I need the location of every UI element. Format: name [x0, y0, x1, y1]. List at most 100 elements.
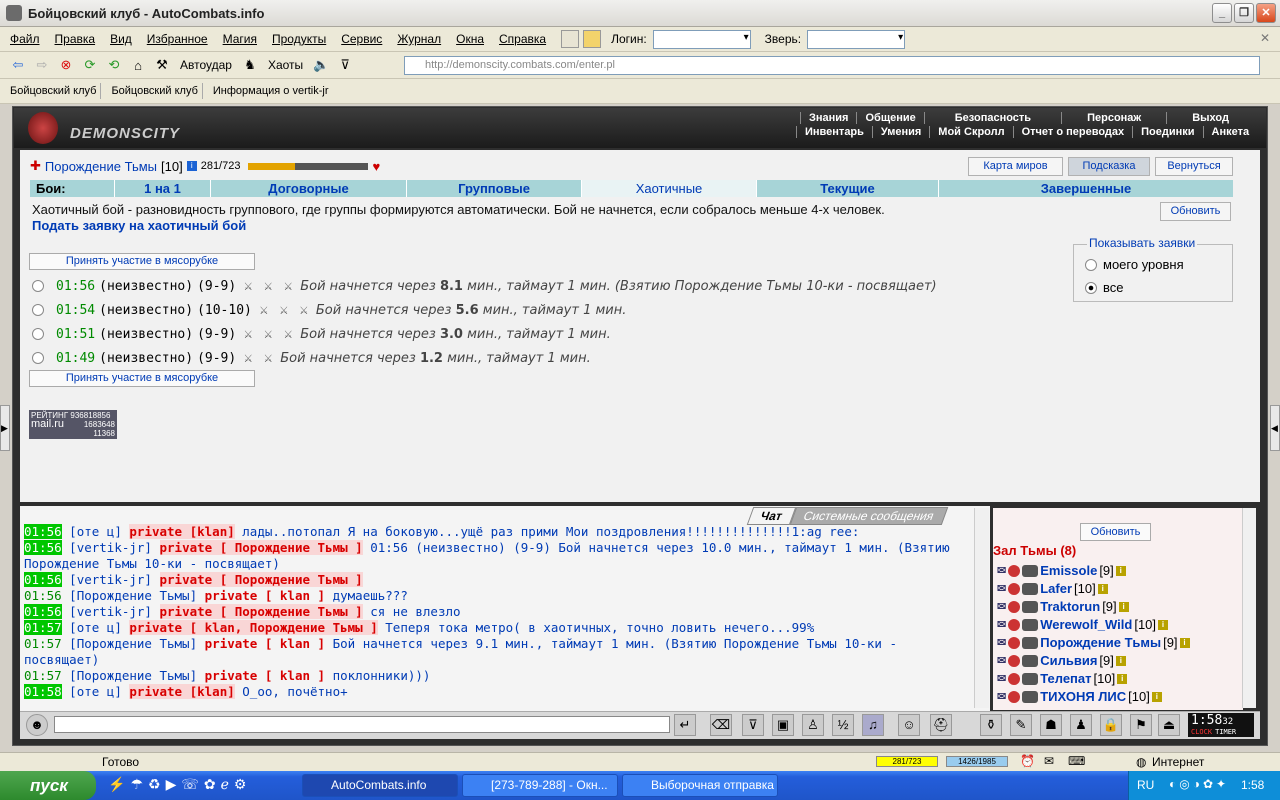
chat-time[interactable]: 01:56 — [24, 604, 62, 619]
menu-journal[interactable]: Журнал — [397, 32, 441, 46]
user-name[interactable]: Emissole — [1040, 563, 1097, 578]
emoticon-icon[interactable]: ☺ — [898, 714, 920, 736]
stop-icon[interactable]: ⊗ — [56, 55, 76, 75]
group-icon[interactable]: ♟ — [1070, 714, 1092, 736]
nav-exit[interactable]: Выход — [1166, 112, 1254, 124]
filter-icon[interactable]: ⊽ — [335, 55, 355, 75]
private-msg-icon[interactable]: ✉ — [997, 672, 1006, 685]
nav-skills[interactable]: Умения — [871, 126, 929, 138]
music-icon[interactable]: ♫ — [862, 714, 884, 736]
lock-icon[interactable]: 🔒 — [1100, 714, 1122, 736]
ql-app-icon[interactable]: ⚡ — [108, 776, 125, 793]
info-icon[interactable]: i — [186, 161, 197, 171]
tab-agreed[interactable]: Договорные — [211, 180, 407, 197]
return-button[interactable]: Вернуться — [1155, 157, 1233, 176]
chat-nick[interactable]: [vertik-jr] — [69, 604, 152, 619]
nav-scroll[interactable]: Мой Скролл — [929, 126, 1012, 138]
send-icon[interactable]: ↵ — [674, 714, 696, 736]
user-info-icon[interactable]: i — [1117, 673, 1128, 684]
menu-close-icon[interactable]: ✕ — [1260, 31, 1270, 45]
tab-chat[interactable]: Чат — [746, 507, 797, 525]
chat-private-tag[interactable]: private [ Порождение Тьмы ] — [159, 572, 363, 587]
alarm-icon[interactable]: ⏰ — [1020, 754, 1035, 768]
beast-combo[interactable] — [807, 29, 906, 49]
chat-time[interactable]: 01:58 — [24, 684, 62, 699]
tab-current[interactable]: Текущие — [757, 180, 939, 197]
right-collapse-icon[interactable]: ◀ — [1270, 405, 1280, 451]
start-button[interactable]: пуск — [0, 771, 96, 800]
tab-system-messages[interactable]: Системные сообщения — [789, 507, 948, 525]
chat-nick[interactable]: [Порождение Тьмы] — [69, 668, 197, 683]
task-selective-send[interactable]: Выборочная отправка — [622, 774, 778, 797]
menu-view[interactable]: Вид — [110, 32, 132, 46]
user-name[interactable]: Сильвия — [1040, 653, 1097, 668]
hint-button[interactable]: Подсказка — [1068, 157, 1150, 176]
chat-scrollbar[interactable] — [974, 508, 989, 708]
user-name[interactable]: Werewolf_Wild — [1040, 617, 1132, 632]
user-info-icon[interactable]: i — [1115, 655, 1126, 666]
nav-character[interactable]: Персонаж — [1061, 112, 1166, 124]
private-msg-icon[interactable]: ✉ — [997, 654, 1006, 667]
tab-group[interactable]: Групповые — [407, 180, 582, 197]
chat-nick[interactable]: [Порождение Тьмы] — [69, 588, 197, 603]
ql-app-icon[interactable]: ✿ — [204, 776, 216, 793]
close-button[interactable]: ✕ — [1256, 3, 1276, 23]
character-name[interactable]: Порождение Тьмы — [45, 159, 157, 174]
user-info-icon[interactable]: i — [1179, 637, 1190, 648]
chat-private-tag[interactable]: private [ klan, Порождение Тьмы ] — [129, 620, 378, 635]
refresh-icon[interactable]: ⟳ — [80, 55, 100, 75]
back-icon[interactable]: ⇦ — [8, 55, 28, 75]
tray-icon[interactable]: ◐ — [1169, 777, 1176, 791]
tab-info-vertik[interactable]: Информация о vertik-jr — [209, 83, 333, 99]
user-info-icon[interactable]: i — [1151, 691, 1162, 702]
tray-icon[interactable]: ✿ — [1203, 777, 1213, 791]
chat-time[interactable]: 01:56 — [24, 524, 62, 539]
chat-time[interactable]: 01:56 — [24, 540, 62, 555]
tab-finished[interactable]: Завершенные — [939, 180, 1233, 197]
nav-profile[interactable]: Анкета — [1202, 126, 1258, 138]
user-name[interactable]: Lafer — [1040, 581, 1072, 596]
chat-time[interactable]: 01:57 — [24, 636, 62, 651]
chat-nick[interactable]: [Порождение Тьмы] — [69, 636, 197, 651]
user-info-icon[interactable]: i — [1118, 601, 1129, 612]
user-name[interactable]: Traktorun — [1040, 599, 1100, 614]
user-info-icon[interactable]: i — [1158, 619, 1169, 630]
tray-icon[interactable]: ◑ — [1193, 777, 1200, 791]
sound-icon[interactable]: 🔈 — [311, 55, 331, 75]
chat-nick[interactable]: [оте ц] — [69, 620, 122, 635]
battle-radio[interactable] — [32, 352, 44, 364]
nav-knowledge[interactable]: Знания — [800, 112, 856, 124]
nav-duels[interactable]: Поединки — [1132, 126, 1202, 138]
scroll-icon[interactable]: ✎ — [1010, 714, 1032, 736]
menu-products[interactable]: Продукты — [272, 32, 326, 46]
chat-private-tag[interactable]: private [ klan ] — [205, 668, 325, 683]
nav-inventory[interactable]: Инвентарь — [796, 126, 872, 138]
login-combo[interactable] — [652, 29, 751, 49]
chat-nick[interactable]: [оте ц] — [69, 684, 122, 699]
battle-radio[interactable] — [32, 280, 44, 292]
menu-windows[interactable]: Окна — [456, 32, 484, 46]
menu-edit[interactable]: Правка — [55, 32, 96, 46]
ql-app-icon[interactable]: ☏ — [181, 776, 199, 793]
chat-nick[interactable]: [vertik-jr] — [69, 572, 152, 587]
clear-icon[interactable]: ⌫ — [710, 714, 732, 736]
minimize-button[interactable]: _ — [1212, 3, 1232, 23]
filter-chat-icon[interactable]: ⊽ — [742, 714, 764, 736]
private-msg-icon[interactable]: ✉ — [997, 618, 1006, 631]
ql-app-icon[interactable]: ♻ — [148, 776, 161, 793]
join-meatgrinder-bottom-button[interactable]: Принять участие в мясорубке — [29, 370, 255, 387]
mailru-rating-counter[interactable]: РЕЙТИНГ 936818856 mail.ru 1683648 11368 — [29, 410, 117, 439]
autoudar-button[interactable]: Автоудар — [180, 58, 232, 72]
filter-all[interactable]: все — [1085, 280, 1124, 295]
user-info-icon[interactable]: i — [1097, 583, 1108, 594]
exit-icon[interactable]: ⏏ — [1158, 714, 1180, 736]
tab-1v1[interactable]: 1 на 1 — [115, 180, 211, 197]
haoty-icon[interactable]: ♞ — [240, 55, 260, 75]
tab-fight-club-2[interactable]: Бойцовский клуб — [107, 83, 203, 99]
menu-service[interactable]: Сервис — [341, 32, 382, 46]
private-msg-icon[interactable]: ✉ — [997, 582, 1006, 595]
chat-time[interactable]: 01:56 — [24, 588, 62, 603]
battle-radio[interactable] — [32, 304, 44, 316]
user-name[interactable]: Телепат — [1040, 671, 1091, 686]
users-refresh-button[interactable]: Обновить — [1080, 523, 1151, 541]
